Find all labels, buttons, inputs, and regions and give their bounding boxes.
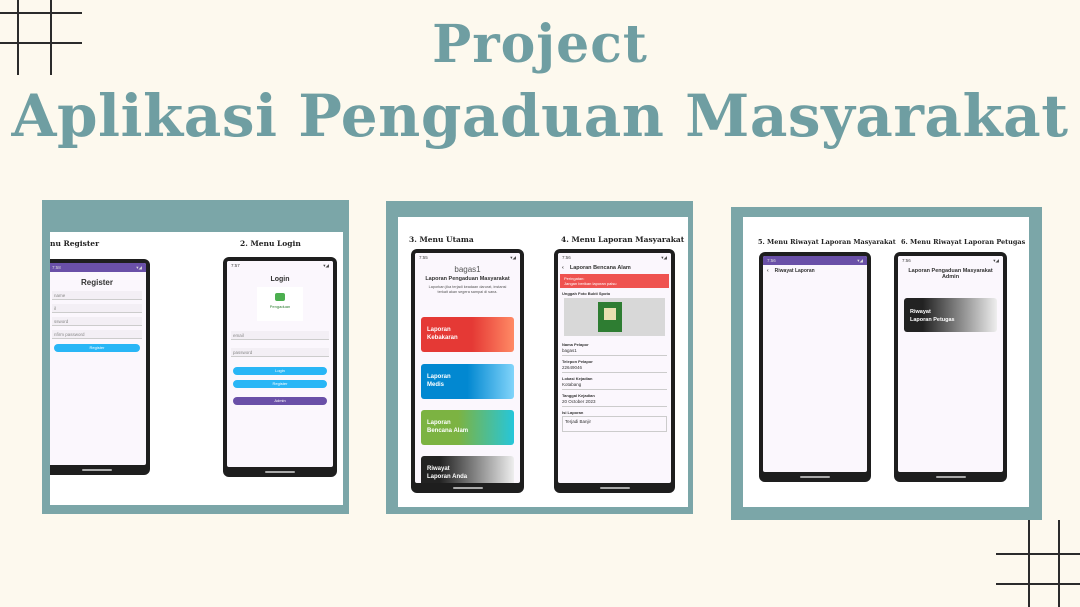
phone-officer-history: 7:56 ▾◢ Laporan Pengaduan Masyarakat Admi… [894,252,1007,482]
register-title: Register [80,278,113,287]
main-subtext: Laporkan jika terjadi keadaan darurat, i… [428,285,507,294]
login-title: Login [270,276,290,283]
app-logo: Pengaduan [257,287,303,321]
caption-main: 3. Menu Utama [409,235,474,244]
register-email-field[interactable]: il [52,304,142,313]
date-value[interactable]: 20 October 2023 [562,399,667,407]
status-bar: 7:56 ▾◢ [763,256,867,265]
megaphone-icon [275,293,285,301]
login-register-button[interactable]: Register [233,380,327,388]
status-bar: 7:56 ▾◢ [898,256,1003,265]
card-fire-report[interactable]: Laporan Kebakaran [421,317,514,352]
admin-button[interactable]: Admin [233,397,327,405]
panel-main-report: 3. Menu Utama 4. Menu Laporan Masyarakat… [386,201,693,514]
status-bar: 7:58 ▾◢ [50,263,146,272]
caption-history: 5. Menu Riwayat Laporan Masyarakat [758,238,896,246]
phone-register: 7:58 ▾◢ Register name il ssword nfirm pas… [50,259,150,475]
caption-register: nu Register [50,239,100,248]
panel-history: 5. Menu Riwayat Laporan Masyarakat 6. Me… [731,207,1042,520]
caption-login: 2. Menu Login [240,239,301,248]
caption-report: 4. Menu Laporan Masyarakat [561,235,685,244]
phone-report-history: 7:56 ▾◢ ‹ Riwayat Laporan [759,252,871,482]
login-button[interactable]: Login [233,367,327,375]
phone-disaster-report: 7:56 ▾◢ ‹ Laporan Bencana Alam Peringatan… [554,249,675,493]
register-password-field[interactable]: ssword [52,317,142,326]
field-label: Tanggal Kejadian [562,393,595,398]
phone-login: 7:57 ▾◢ Login Pengaduan email password Lo… [223,257,337,477]
photo-label: Unggah Foto Bukti Spoto [562,291,611,296]
page-title-line2: Aplikasi Pengaduan Masyarakat [11,82,1069,150]
login-email-field[interactable]: email [231,331,329,340]
field-label: Nama Pelapor [562,342,589,347]
card-report-history[interactable]: Riwayat Laporan Anda [421,456,514,483]
user-name: bagas1 [454,265,481,274]
back-arrow-icon[interactable]: ‹ [562,265,564,271]
status-bar: 7:55 ▾◢ [415,253,520,262]
card-officer-history[interactable]: Riwayat Laporan Petugas [904,298,997,332]
page-title-line1: Project [432,14,648,75]
register-confirm-field[interactable]: nfirm password [52,330,142,339]
field-label: Lokasi Kejadian [562,376,593,381]
status-bar: 7:57 ▾◢ [227,261,333,270]
officer-subtitle: Admin [941,274,960,280]
register-button[interactable]: Register [54,344,140,352]
report-content-value[interactable]: Terjadi Banjir [562,416,667,432]
field-label: Telepon Pelapor [562,359,593,364]
history-header: ‹ Riwayat Laporan [767,268,815,274]
caption-officer: 6. Menu Riwayat Laporan Petugas [901,238,1026,246]
card-medical-report[interactable]: Laporan Medis [421,364,514,399]
reporter-name-value[interactable]: bagas1 [562,348,667,356]
photo-upload[interactable] [564,298,665,336]
panel-register-login: nu Register 2. Menu Login 7:58 ▾◢ Registe… [42,200,349,514]
phone-main-menu: 7:55 ▾◢ bagas1 Laporan Pengaduan Masyarak… [411,249,524,493]
report-header: ‹ Laporan Bencana Alam [562,265,631,271]
login-password-field[interactable]: password [231,348,329,357]
status-bar: 7:56 ▾◢ [558,253,671,262]
field-label: Isi Laporan [562,410,584,415]
corner-grid-bottom-right [996,520,1080,607]
card-disaster-report[interactable]: Laporan Bencana Alam [421,410,514,445]
location-value[interactable]: Kotabang [562,382,667,390]
main-heading: Laporan Pengaduan Masyarakat [425,276,510,282]
warning-alert: Peringatan: Jangan berikan laporan palsu [560,274,669,288]
back-arrow-icon[interactable]: ‹ [767,268,769,274]
register-name-field[interactable]: name [52,291,142,300]
reporter-phone-value[interactable]: 22649046 [562,365,667,373]
